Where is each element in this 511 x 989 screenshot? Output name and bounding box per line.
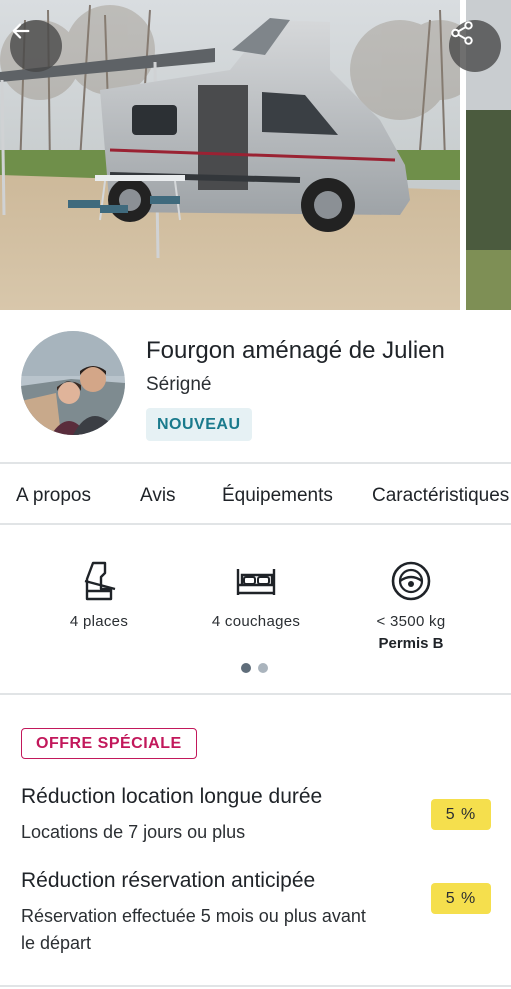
discount-description: Réservation effectuée 5 mois ou plus ava… xyxy=(21,906,366,953)
feature-beds: 4 couchages xyxy=(176,559,336,630)
carousel-dot-2[interactable] xyxy=(258,663,268,673)
share-icon xyxy=(451,21,473,45)
tab-avis[interactable]: Avis xyxy=(140,464,176,523)
hero-photo[interactable] xyxy=(0,0,511,310)
feature-license-label: Permis B xyxy=(378,635,444,652)
feature-license: < 3500 kg Permis B xyxy=(331,559,491,652)
back-button[interactable] xyxy=(10,20,62,72)
share-button[interactable] xyxy=(449,20,501,72)
feature-beds-label: 4 couchages xyxy=(211,613,301,630)
campervan-photo xyxy=(0,0,511,310)
carousel-dot-1[interactable] xyxy=(241,663,251,673)
seat-icon xyxy=(84,561,116,601)
special-offer-section: OFFRE SPÉCIALE Réduction location longue… xyxy=(0,697,511,989)
feature-seats-label: 4 places xyxy=(69,613,129,630)
listing-header: Fourgon aménagé de Julien Sérigné NOUVEA… xyxy=(0,310,511,462)
steering-wheel-icon xyxy=(391,561,431,601)
listing-title: Fourgon aménagé de Julien xyxy=(146,337,445,364)
discount-early-booking: Réduction réservation anticipée Réservat… xyxy=(21,869,491,957)
tab-bar: A propos Avis Équipements Caractéristiqu… xyxy=(0,462,511,525)
tab-caracteristiques[interactable]: Caractéristiques xyxy=(372,464,509,523)
tab-equipements[interactable]: Équipements xyxy=(222,464,333,523)
discount-long-rental: Réduction location longue durée Location… xyxy=(21,785,491,846)
discount-value-badge: 5 % xyxy=(431,883,491,914)
feature-weight-label: < 3500 kg xyxy=(376,613,446,630)
discount-description: Locations de 7 jours ou plus xyxy=(21,822,246,842)
special-offer-tag: OFFRE SPÉCIALE xyxy=(21,728,197,759)
bed-icon xyxy=(236,569,276,595)
divider xyxy=(0,985,511,987)
discount-value-badge: 5 % xyxy=(431,799,491,830)
carousel-dots xyxy=(241,663,268,673)
arrow-left-icon xyxy=(12,23,30,39)
owner-avatar[interactable] xyxy=(21,331,125,435)
feature-seats: 4 places xyxy=(19,559,179,630)
listing-location: Sérigné xyxy=(146,374,212,395)
discount-title: Réduction réservation anticipée xyxy=(21,869,316,892)
new-badge: NOUVEAU xyxy=(146,408,252,441)
discount-title: Réduction location longue durée xyxy=(21,785,323,808)
tab-a-propos[interactable]: A propos xyxy=(0,464,107,523)
features-carousel[interactable]: 4 places 4 couchages < 3500 kg Permis B xyxy=(0,527,511,695)
